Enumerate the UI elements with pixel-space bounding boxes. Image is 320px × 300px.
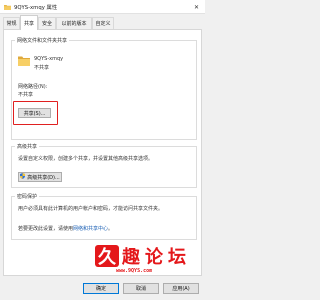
tab-bar: 常规 共享 安全 以前的版本 自定义 (0, 14, 205, 30)
tab-general[interactable]: 常规 (3, 17, 20, 29)
network-sharing-group: 网络文件和文件夹共享 9QYS-xmqy 不共享 网络路径(N): 不共享 共享… (11, 37, 197, 140)
tab-previous-versions[interactable]: 以前的版本 (56, 17, 92, 29)
tab-sharing[interactable]: 共享 (20, 15, 38, 30)
share-button[interactable]: 共享(S)... (18, 108, 51, 118)
network-path-value: 不共享 (18, 92, 34, 98)
group-title: 密码保护 (15, 193, 40, 200)
shield-icon (20, 173, 26, 181)
share-status: 不共享 (34, 65, 50, 71)
advanced-sharing-button[interactable]: 高级共享(D)... (18, 172, 62, 182)
window-title: 9QYS-xmqy 属性 (14, 4, 58, 11)
group-title: 高级共享 (15, 143, 40, 150)
svg-text:久: 久 (98, 246, 117, 268)
title-bar: 9QYS-xmqy 属性 ✕ (0, 0, 205, 14)
advanced-sharing-group: 高级共享 设置自定义权限，创建多个共享，并设置其他高级共享选项。 高级共享(D)… (11, 143, 197, 188)
close-button[interactable]: ✕ (191, 2, 202, 12)
group-title: 网络文件和文件夹共享 (15, 37, 70, 44)
folder-icon (4, 4, 11, 10)
advanced-sharing-description: 设置自定义权限，创建多个共享，并设置其他高级共享选项。 (18, 156, 154, 162)
apply-button[interactable]: 应用(A) (163, 283, 199, 294)
password-protection-description: 用户必须具有此计算机的用户帐户和密码，才能访问共享文件夹。 (18, 206, 164, 212)
close-icon: ✕ (193, 3, 200, 11)
watermark-url: www.9QYS.com (116, 268, 153, 274)
tab-customize[interactable]: 自定义 (92, 17, 114, 29)
network-sharing-center-link[interactable]: 网络和共享中心 (73, 226, 108, 232)
hint-suffix: 。 (108, 226, 114, 232)
ok-button[interactable]: 确定 (83, 283, 119, 294)
cancel-button[interactable]: 取消 (123, 283, 159, 294)
svg-text:坛: 坛 (168, 247, 186, 268)
password-protection-hint: 若要更改此设置，请使用网络和共享中心。 (18, 225, 113, 232)
svg-text:趣: 趣 (121, 247, 141, 268)
folder-icon (18, 55, 30, 68)
network-path-label: 网络路径(N): (18, 84, 48, 90)
tab-content-panel: 网络文件和文件夹共享 9QYS-xmqy 不共享 网络路径(N): 不共享 共享… (3, 29, 202, 276)
password-protection-group: 密码保护 用户必须具有此计算机的用户帐户和密码，才能访问共享文件夹。 若要更改此… (11, 193, 197, 240)
svg-text:论: 论 (145, 246, 164, 268)
folder-name: 9QYS-xmqy (34, 56, 64, 62)
advanced-sharing-label: 高级共享(D)... (27, 174, 60, 181)
hint-prefix: 若要更改此设置，请使用 (18, 226, 74, 232)
tab-security[interactable]: 安全 (38, 17, 56, 29)
